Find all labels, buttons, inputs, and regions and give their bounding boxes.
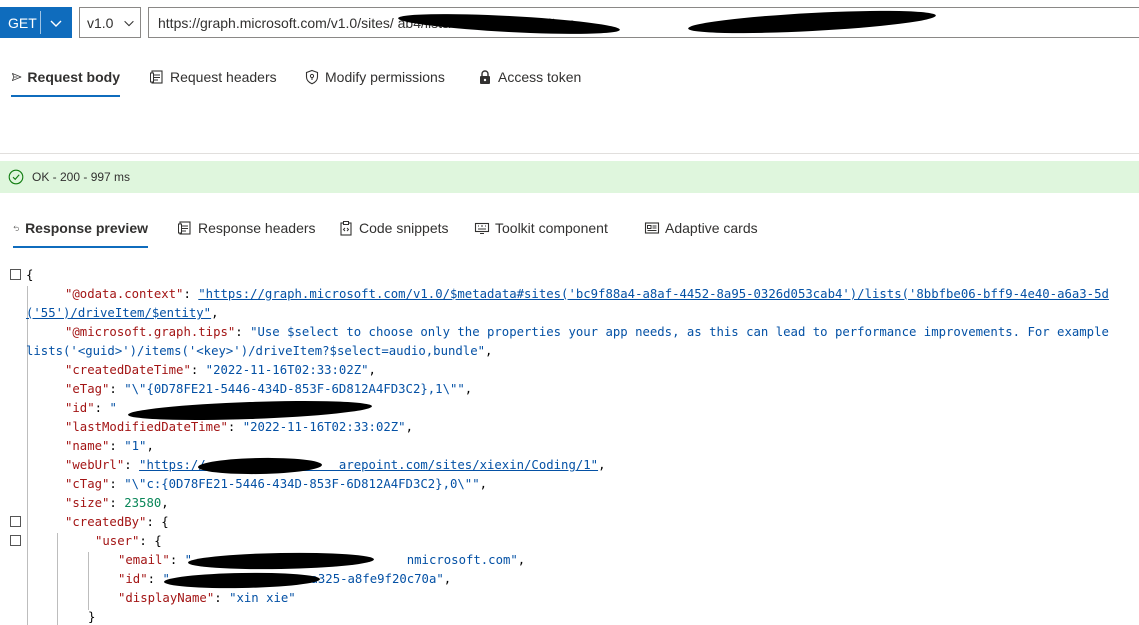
tab-label: Toolkit component xyxy=(495,220,608,236)
response-tabs: Response preview Response headers Code s… xyxy=(0,208,1139,248)
json-key: "user" xyxy=(95,534,140,548)
tab-label: Modify permissions xyxy=(325,69,445,85)
tab-label: Request headers xyxy=(170,69,277,85)
json-line: "createdDateTime": "2022-11-16T02:33:02Z… xyxy=(65,363,376,377)
json-line: { xyxy=(26,266,33,285)
json-key: "email" xyxy=(118,553,170,567)
fold-toggle[interactable] xyxy=(10,516,21,527)
json-key: "cTag" xyxy=(65,477,110,491)
json-string: "2022-11-16T02:33:02Z" xyxy=(205,363,369,377)
indent-guide xyxy=(27,286,28,625)
json-line: "user": { xyxy=(95,534,162,548)
status-bar: OK - 200 - 997 ms xyxy=(0,161,1139,193)
json-line: "displayName": "xin xie" xyxy=(118,591,296,605)
json-key: "@microsoft.graph.tips" xyxy=(65,325,236,339)
json-key: "lastModifiedDateTime" xyxy=(65,420,228,434)
response-json-viewer: { "@odata.context": "https://graph.micro… xyxy=(0,256,1139,625)
json-string: "\"{0D78FE21-5446-434D-853F-6D812A4FD3C2… xyxy=(124,382,465,396)
version-label: v1.0 xyxy=(87,14,114,31)
json-key: "@odata.context" xyxy=(65,287,184,301)
json-string: "2022-11-16T02:33:02Z" xyxy=(242,420,406,434)
tab-label: Request body xyxy=(27,69,120,85)
json-link[interactable]: "https://graph.microsoft.com/v1.0/$metad… xyxy=(198,287,1109,301)
method-dropdown[interactable]: GET xyxy=(0,7,72,38)
tab-toolkit-component[interactable]: Toolkit component xyxy=(474,208,608,248)
version-dropdown[interactable]: v1.0 xyxy=(79,7,141,38)
section-divider xyxy=(0,153,1139,154)
tab-label: Response preview xyxy=(25,220,148,236)
json-key: "id" xyxy=(65,401,95,415)
json-key: "createdDateTime" xyxy=(65,363,191,377)
request-tabs: Request body Request headers Modify perm… xyxy=(0,57,1139,97)
json-key: "size" xyxy=(65,496,110,510)
check-circle-icon xyxy=(8,169,24,185)
json-number: 23580 xyxy=(124,496,162,510)
json-link[interactable]: ('55')/driveItem/$entity" xyxy=(26,306,211,320)
tab-label: Adaptive cards xyxy=(665,220,758,236)
json-brace: { xyxy=(26,268,34,282)
status-text: OK - 200 - 997 ms xyxy=(32,170,131,184)
json-line: "eTag": "\"{0D78FE21-5446-434D-853F-6D81… xyxy=(65,382,473,396)
chevron-down-icon xyxy=(124,20,134,27)
json-line: ('55')/driveItem/$entity", xyxy=(26,306,219,320)
card-icon xyxy=(644,222,660,234)
undo-arrow-icon xyxy=(13,225,19,231)
json-brace: } xyxy=(88,610,96,624)
json-key: "eTag" xyxy=(65,382,110,396)
tab-request-body[interactable]: Request body xyxy=(11,57,120,97)
fold-toggle[interactable] xyxy=(10,535,21,546)
chevron-down-icon xyxy=(50,20,62,27)
tab-code-snippets[interactable]: Code snippets xyxy=(338,208,449,248)
tab-response-preview[interactable]: Response preview xyxy=(13,208,148,248)
request-bar: GET v1.0 https://graph.microsoft.com/v1.… xyxy=(0,0,1139,46)
document-icon xyxy=(178,221,191,235)
json-line: "webUrl": "https:// arepoint.com/sites/x… xyxy=(65,458,606,472)
lock-icon xyxy=(480,70,490,84)
json-line: "name": "1", xyxy=(65,439,154,453)
json-string: "\"c:{0D78FE21-5446-434D-853F-6D812A4FD3… xyxy=(124,477,480,491)
clipboard-icon xyxy=(340,221,352,236)
method-divider xyxy=(40,11,41,34)
json-line: "createdBy": { xyxy=(65,515,169,529)
json-key: "createdBy" xyxy=(65,515,147,529)
json-key: "id" xyxy=(118,572,148,586)
json-key: "webUrl" xyxy=(65,458,125,472)
tab-request-headers[interactable]: Request headers xyxy=(149,57,277,97)
shield-icon xyxy=(305,69,319,85)
json-line: "lastModifiedDateTime": "2022-11-16T02:3… xyxy=(65,420,413,434)
method-label: GET xyxy=(8,14,37,31)
json-line: "cTag": "\"c:{0D78FE21-5446-434D-853F-6D… xyxy=(65,477,488,491)
tab-modify-permissions[interactable]: Modify permissions xyxy=(304,57,445,97)
fold-toggle[interactable] xyxy=(10,269,21,280)
json-string: lists('<guid>')/items('<key>')/driveItem… xyxy=(26,344,486,358)
document-icon xyxy=(150,70,163,84)
tab-label: Access token xyxy=(498,69,582,85)
json-line: "@microsoft.graph.tips": "Use $select to… xyxy=(65,325,1109,339)
json-string: "Use $select to choose only the properti… xyxy=(250,325,1109,339)
indent-guide xyxy=(88,552,89,610)
tab-access-token[interactable]: Access token xyxy=(477,57,581,97)
json-line: } xyxy=(88,608,95,625)
tab-label: Code snippets xyxy=(359,220,449,236)
json-key: "displayName" xyxy=(118,591,215,605)
json-key: "name" xyxy=(65,439,110,453)
send-icon xyxy=(12,73,22,81)
tab-label: Response headers xyxy=(198,220,316,236)
json-line: lists('<guid>')/items('<key>')/driveItem… xyxy=(26,344,493,358)
indent-guide xyxy=(57,533,58,625)
json-line: "size": 23580, xyxy=(65,496,169,510)
url-input[interactable]: https://graph.microsoft.com/v1.0/sites/ … xyxy=(148,7,1139,38)
json-line: "@odata.context": "https://graph.microso… xyxy=(65,287,1109,301)
keyboard-icon xyxy=(474,222,490,234)
tab-adaptive-cards[interactable]: Adaptive cards xyxy=(644,208,758,248)
json-string: "xin xie" xyxy=(229,591,296,605)
tab-response-headers[interactable]: Response headers xyxy=(177,208,316,248)
json-string: "1" xyxy=(124,439,147,453)
